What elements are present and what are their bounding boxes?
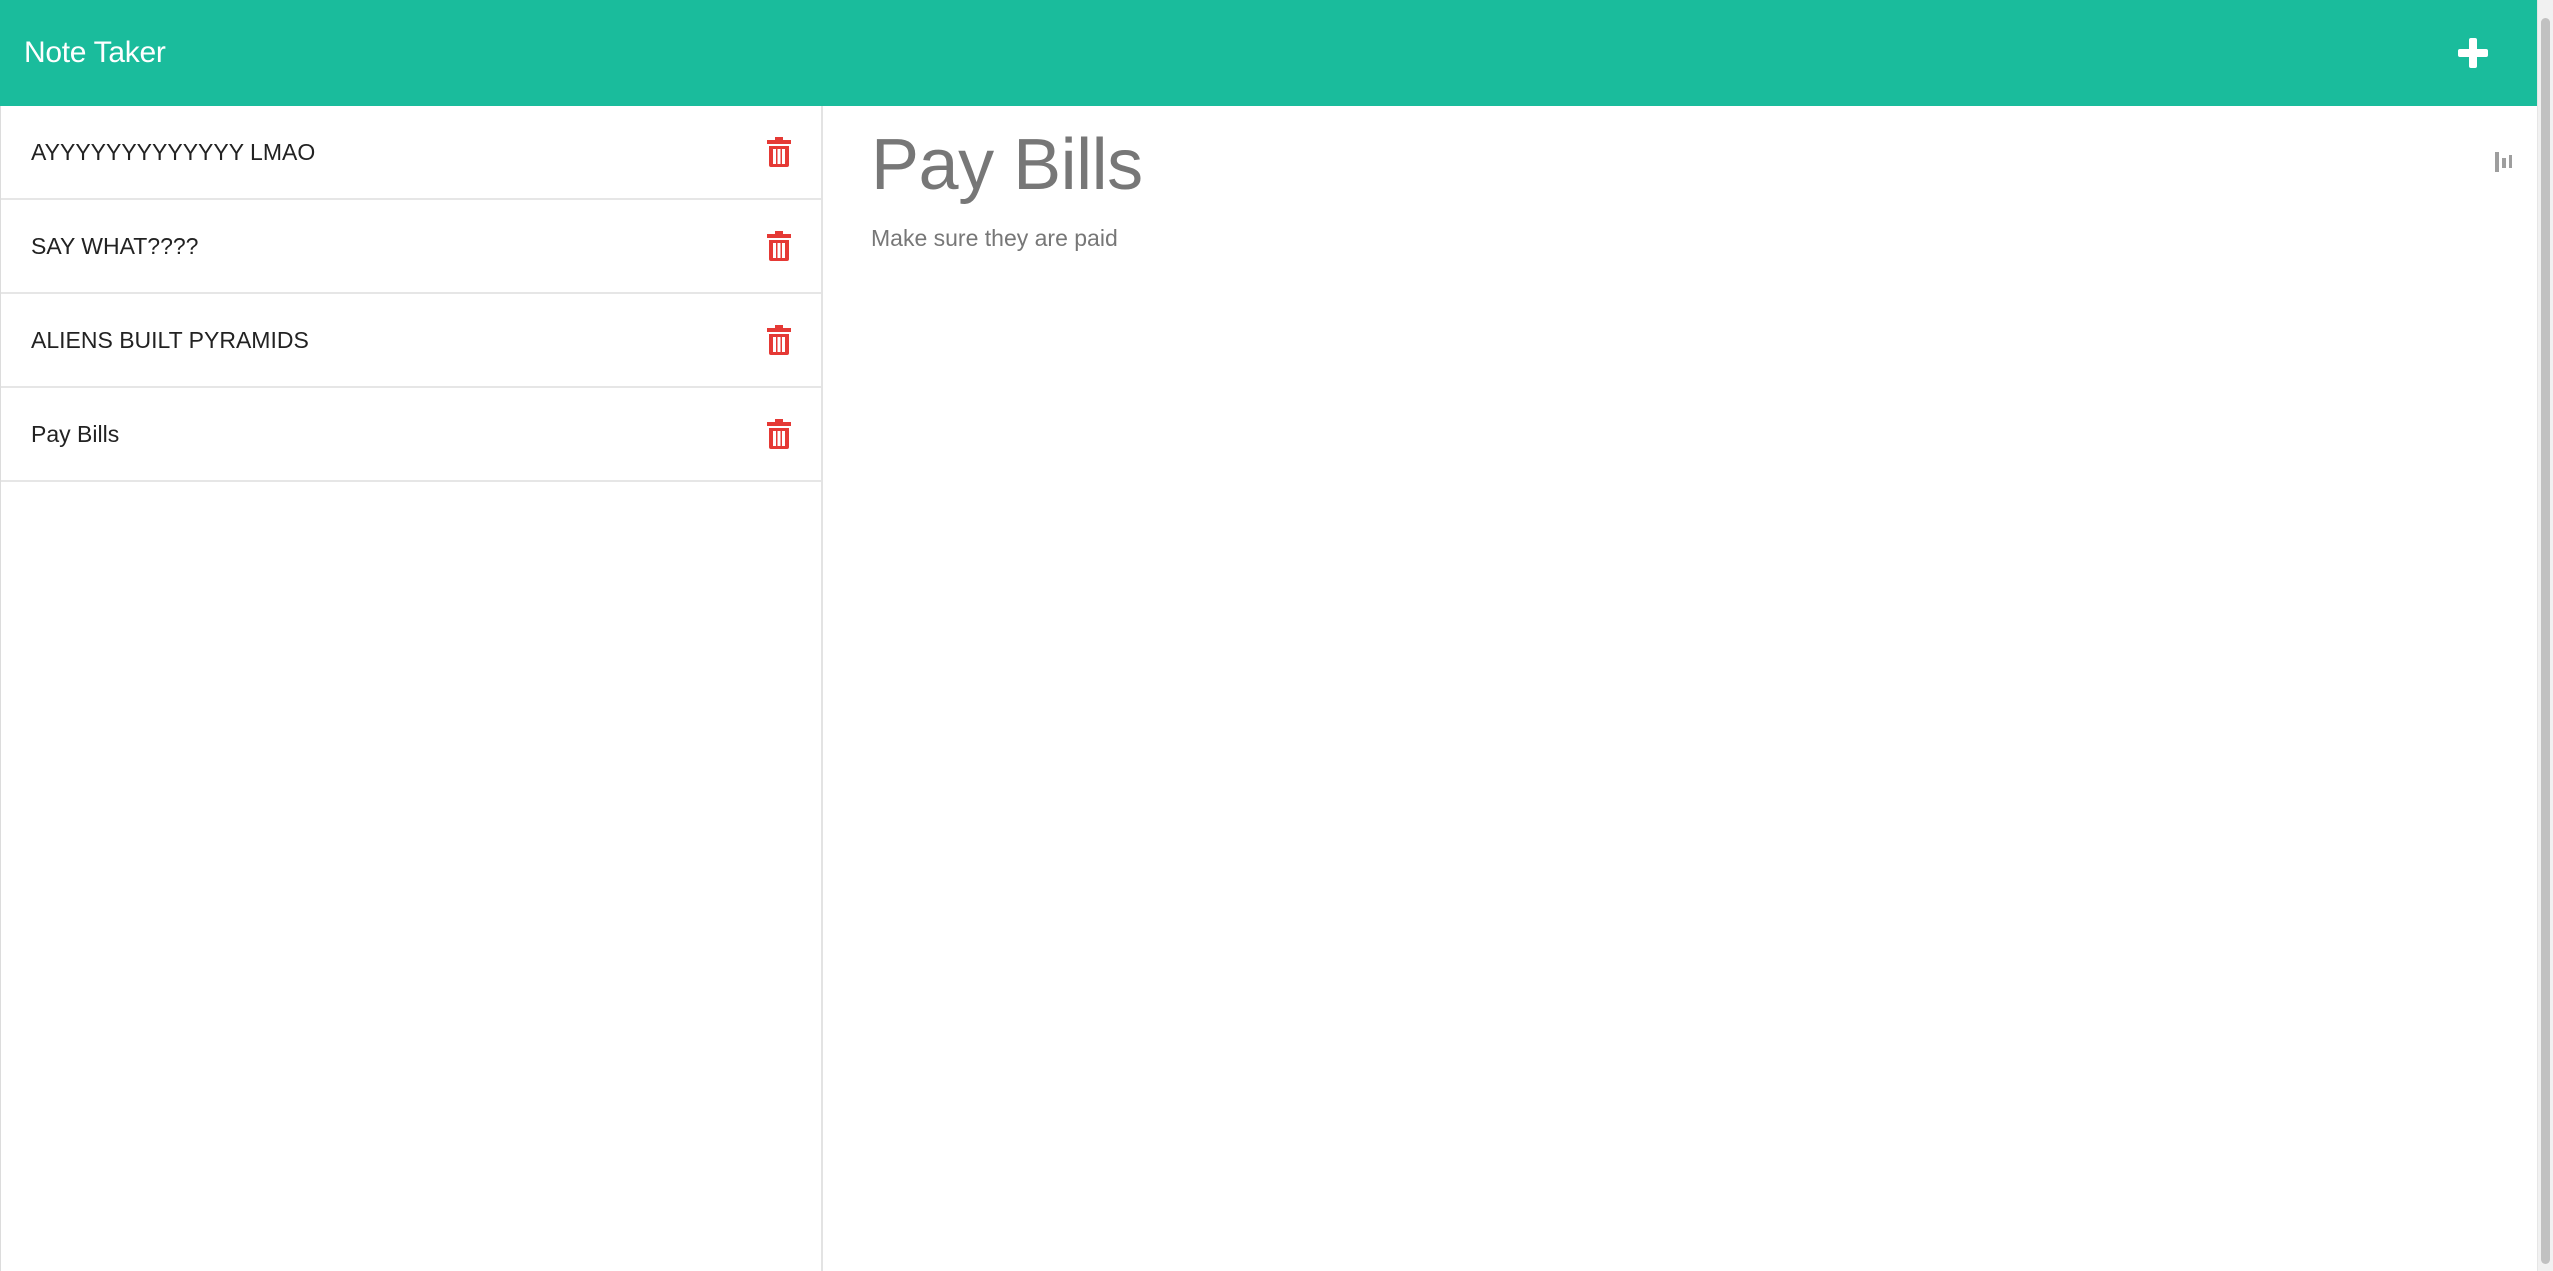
trash-icon (767, 325, 791, 355)
note-editor: Pay Bills Make sure they are paid (823, 106, 2537, 1271)
save-note-button[interactable] (2493, 150, 2515, 174)
page-scrollbar[interactable] (2537, 0, 2553, 1271)
note-list-item[interactable]: AYYYYYYYYYYYYY LMAO (1, 106, 821, 200)
delete-note-button[interactable] (765, 229, 793, 263)
note-list-item-title: Pay Bills (31, 420, 120, 447)
trash-icon (767, 137, 791, 167)
note-list-item-title: AYYYYYYYYYYYYY LMAO (31, 138, 316, 165)
brand-title[interactable]: Note Taker (24, 36, 166, 70)
save-icon (2495, 152, 2512, 172)
note-list-item[interactable]: ALIENS BUILT PYRAMIDS (1, 294, 821, 388)
new-note-button[interactable] (2443, 23, 2503, 83)
delete-note-button[interactable] (765, 135, 793, 169)
note-list-item-title: SAY WHAT???? (31, 232, 199, 259)
note-title-field[interactable]: Pay Bills (871, 125, 2537, 205)
trash-icon (767, 231, 791, 261)
navbar: Note Taker (0, 0, 2537, 106)
note-list-panel: AYYYYYYYYYYYYY LMAO SAY WHAT???? ALIENS … (0, 106, 823, 1271)
note-list-item-title: ALIENS BUILT PYRAMIDS (31, 326, 309, 353)
note-list: AYYYYYYYYYYYYY LMAO SAY WHAT???? ALIENS … (1, 106, 821, 482)
delete-note-button[interactable] (765, 323, 793, 357)
note-list-item[interactable]: Pay Bills (1, 388, 821, 482)
scrollbar-thumb[interactable] (2541, 18, 2550, 1264)
note-list-item[interactable]: SAY WHAT???? (1, 200, 821, 294)
trash-icon (767, 419, 791, 449)
delete-note-button[interactable] (765, 417, 793, 451)
plus-icon (2458, 38, 2488, 68)
app-window: Note Taker AYYYYYYYYYYYYY LMAO SAY WHAT?… (0, 0, 2553, 1271)
note-text-field[interactable]: Make sure they are paid (871, 225, 2537, 252)
